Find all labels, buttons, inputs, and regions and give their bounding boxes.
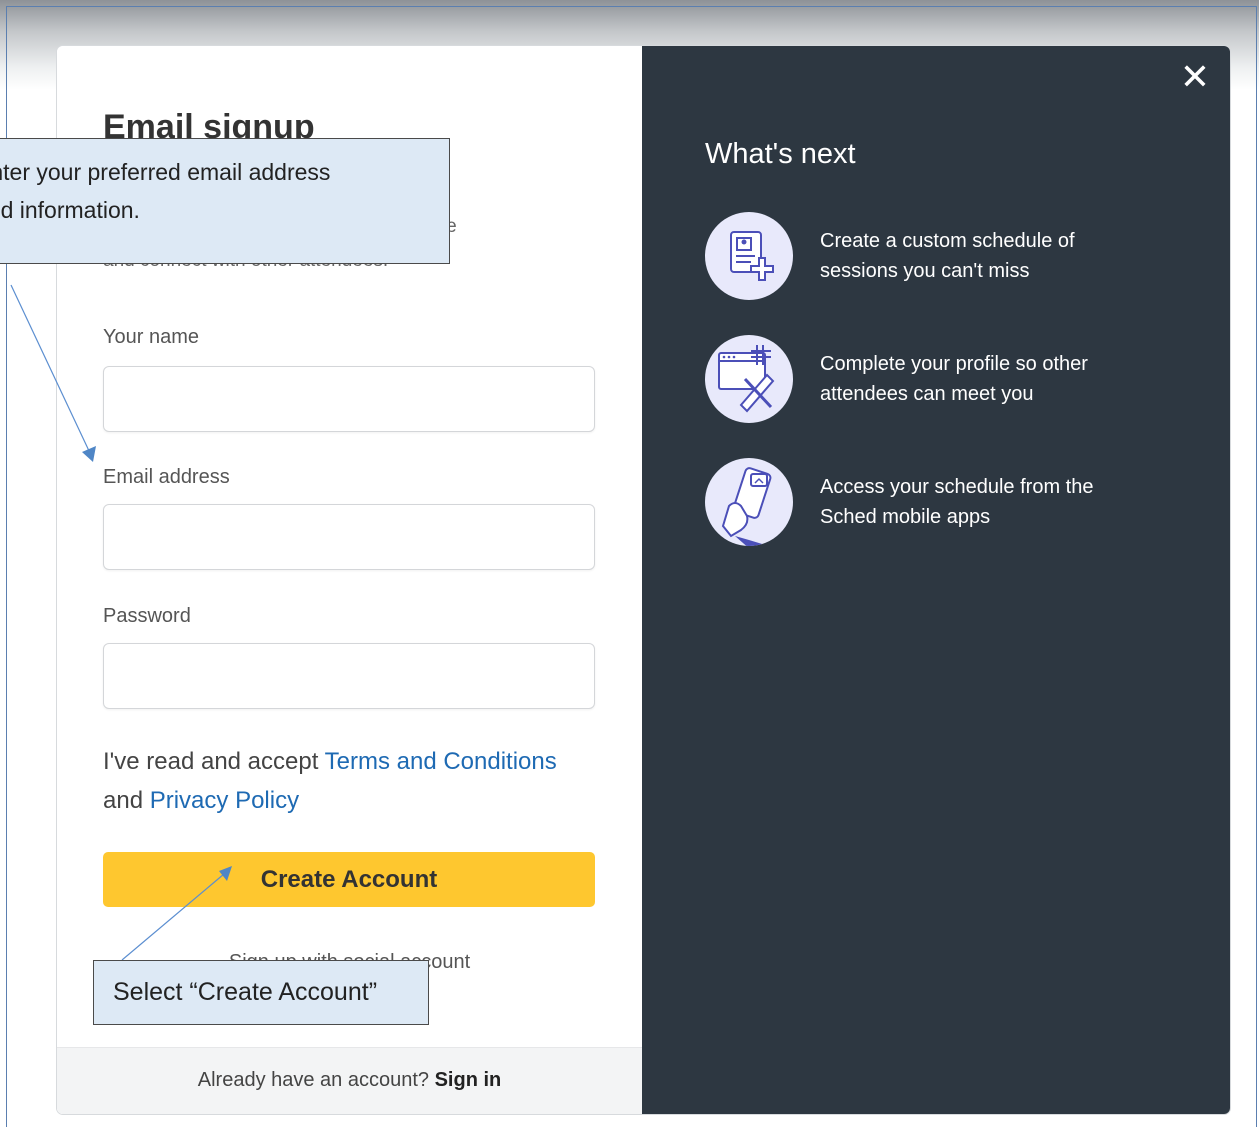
- next-item-line-1: Create a custom schedule of: [820, 230, 1075, 252]
- terms-link[interactable]: Terms and Conditions: [325, 748, 557, 775]
- name-input[interactable]: [103, 366, 595, 432]
- terms-and: and: [103, 787, 150, 814]
- create-account-callout: Select “Create Account”: [93, 960, 429, 1025]
- signin-footer: Already have an account? Sign in: [57, 1047, 642, 1114]
- next-item-line-2: sessions you can't miss: [820, 260, 1030, 282]
- schedule-plus-icon: [705, 212, 793, 300]
- next-item-profile: Complete your profile so other attendees…: [705, 335, 1205, 425]
- signin-link[interactable]: Sign in: [435, 1069, 502, 1091]
- next-item-mobile: Access your schedule from the Sched mobi…: [705, 458, 1205, 548]
- terms-prefix: I've read and accept: [103, 748, 325, 775]
- email-callout: Enter your preferred email address and i…: [0, 138, 450, 264]
- next-item-text: Access your schedule from the Sched mobi…: [820, 472, 1150, 532]
- close-icon[interactable]: ✕: [1180, 60, 1210, 96]
- whats-next-pane: ✕ What's next Create a custom schedule o…: [642, 46, 1230, 1114]
- mobile-app-icon: [705, 458, 793, 546]
- whats-next-title: What's next: [705, 138, 856, 170]
- email-input[interactable]: [103, 504, 595, 570]
- callout-line-2: and information.: [0, 197, 140, 223]
- name-label: Your name: [103, 326, 199, 348]
- footer-prefix: Already have an account?: [197, 1069, 435, 1091]
- terms-text: I've read and accept Terms and Condition…: [103, 742, 603, 820]
- next-item-schedule: Create a custom schedule of sessions you…: [705, 212, 1205, 302]
- callout-line-1: Enter your preferred email address: [0, 159, 331, 185]
- privacy-link[interactable]: Privacy Policy: [150, 787, 299, 814]
- next-item-line-1: Access your schedule from the: [820, 476, 1094, 498]
- create-account-button[interactable]: Create Account: [103, 852, 595, 907]
- next-item-text: Complete your profile so other attendees…: [820, 349, 1150, 409]
- next-item-text: Create a custom schedule of sessions you…: [820, 226, 1150, 286]
- password-input[interactable]: [103, 643, 595, 709]
- email-label: Email address: [103, 466, 230, 488]
- next-item-line-2: attendees can meet you: [820, 383, 1034, 405]
- profile-edit-icon: [705, 335, 793, 423]
- next-item-line-2: Sched mobile apps: [820, 506, 991, 528]
- password-label: Password: [103, 605, 191, 627]
- next-item-line-1: Complete your profile so other: [820, 353, 1088, 375]
